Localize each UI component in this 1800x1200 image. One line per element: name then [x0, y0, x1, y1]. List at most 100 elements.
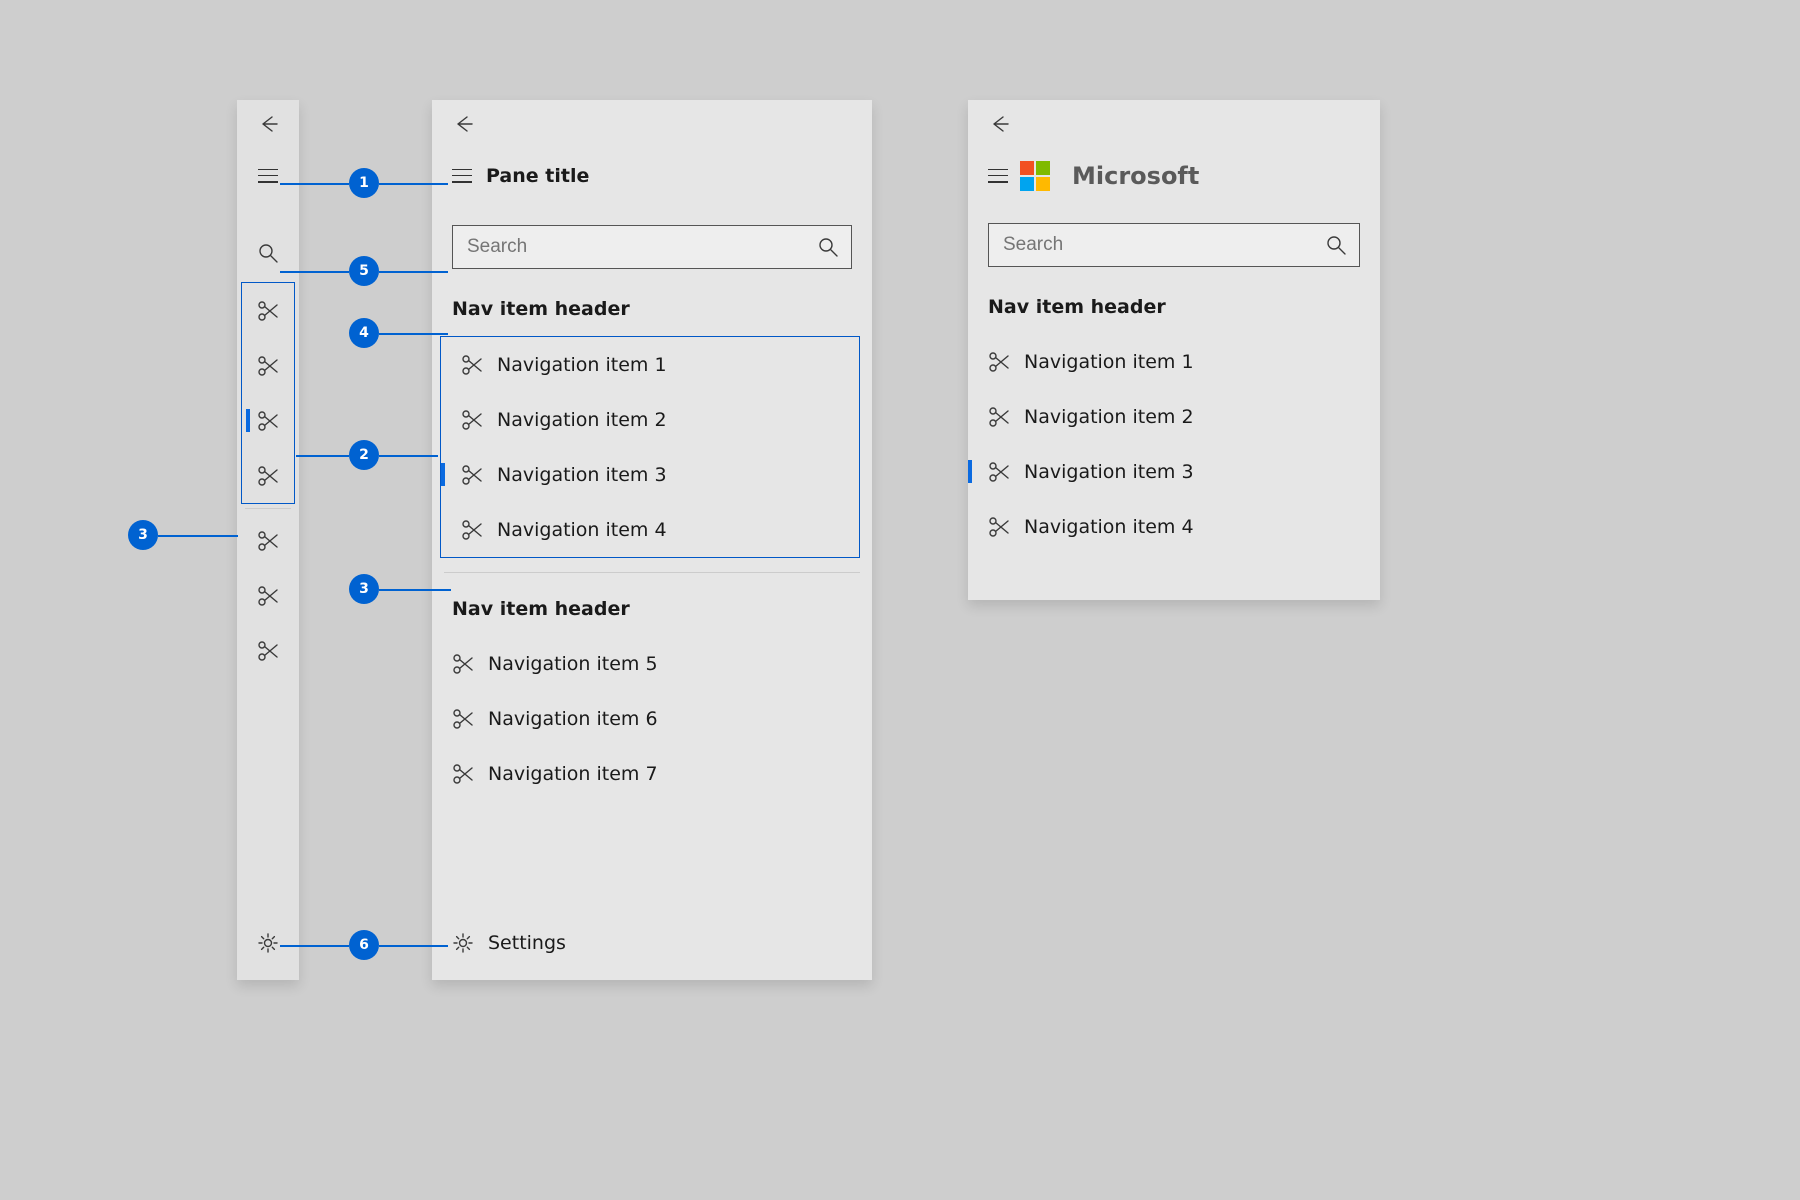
callout-4: 4	[349, 318, 379, 348]
nav-item[interactable]	[237, 568, 299, 623]
search-input[interactable]	[1001, 233, 1325, 257]
hamburger-icon[interactable]	[452, 169, 472, 183]
nav-item[interactable]	[242, 283, 294, 338]
scissors-icon	[452, 708, 474, 730]
separator	[444, 572, 860, 573]
scissors-icon	[257, 465, 279, 487]
scissors-icon	[461, 519, 483, 541]
scissors-icon	[257, 585, 279, 607]
nav-item[interactable]: Navigation item 7	[432, 746, 872, 801]
scissors-icon	[257, 640, 279, 662]
nav-item-selected[interactable]: Navigation item 3	[441, 447, 859, 502]
scissors-icon	[452, 653, 474, 675]
callout-leader	[379, 945, 448, 947]
gear-icon	[257, 932, 279, 954]
callout-leader	[379, 271, 448, 273]
back-button[interactable]	[237, 100, 299, 148]
callout-1: 1	[349, 168, 379, 198]
nav-group-header: Nav item header	[432, 281, 872, 336]
back-button[interactable]	[968, 100, 1380, 148]
hamburger-icon[interactable]	[988, 169, 1008, 183]
search-box[interactable]	[988, 223, 1360, 267]
nav-item[interactable]	[242, 338, 294, 393]
callout-leader	[379, 589, 451, 591]
nav-group-header-label: Nav item header	[988, 296, 1166, 318]
compact-group-1-highlight	[241, 282, 295, 504]
nav-item[interactable]: Navigation item 6	[432, 691, 872, 746]
settings-button[interactable]	[237, 915, 299, 970]
scissors-icon	[257, 530, 279, 552]
nav-group-header: Nav item header	[432, 581, 872, 636]
search-box[interactable]	[452, 225, 852, 269]
nav-item[interactable]: Navigation item 2	[441, 392, 859, 447]
callout-5: 5	[349, 256, 379, 286]
nav-item-selected[interactable]: Navigation item 3	[968, 444, 1380, 499]
search-icon	[1325, 234, 1347, 256]
back-arrow-icon	[257, 113, 279, 135]
scissors-icon	[452, 763, 474, 785]
nav-item-label: Navigation item 1	[497, 354, 667, 376]
nav-item[interactable]: Navigation item 5	[432, 636, 872, 691]
callout-leader	[296, 455, 349, 457]
nav-item-label: Navigation item 7	[488, 763, 658, 785]
nav-item[interactable]: Navigation item 4	[968, 499, 1380, 554]
pane-title-row: Pane title	[432, 148, 872, 203]
nav-item-selected[interactable]	[242, 393, 294, 448]
scissors-icon	[257, 300, 279, 322]
nav-item-label: Navigation item 3	[497, 464, 667, 486]
brand-row: Microsoft	[968, 148, 1380, 203]
nav-item[interactable]: Navigation item 4	[441, 502, 859, 557]
nav-item-label: Navigation item 4	[1024, 516, 1194, 538]
nav-group-header-label: Nav item header	[452, 298, 630, 320]
callout-leader	[379, 183, 448, 185]
nav-item-label: Navigation item 3	[1024, 461, 1194, 483]
callout-leader	[280, 271, 349, 273]
nav-item-label: Navigation item 6	[488, 708, 658, 730]
nav-item-label: Navigation item 2	[497, 409, 667, 431]
search-input[interactable]	[465, 235, 817, 259]
branded-nav-pane: Microsoft Nav item header Navigation ite…	[968, 100, 1380, 600]
expanded-group-1-highlight: Navigation item 1 Navigation item 2 Navi…	[440, 336, 860, 558]
scissors-icon	[257, 355, 279, 377]
scissors-icon	[988, 406, 1010, 428]
callout-3-right: 3	[349, 574, 379, 604]
scissors-icon	[988, 461, 1010, 483]
nav-item[interactable]	[237, 623, 299, 678]
nav-item[interactable]: Navigation item 1	[968, 334, 1380, 389]
callout-leader	[158, 535, 238, 537]
gear-icon	[452, 932, 474, 954]
nav-item-label: Navigation item 1	[1024, 351, 1194, 373]
search-icon	[817, 236, 839, 258]
compact-nav-pane	[237, 100, 299, 980]
settings-item[interactable]: Settings	[432, 915, 872, 970]
callout-leader	[379, 455, 438, 457]
callout-3-left: 3	[128, 520, 158, 550]
nav-item[interactable]: Navigation item 1	[441, 337, 859, 392]
scissors-icon	[461, 409, 483, 431]
nav-item-label: Navigation item 5	[488, 653, 658, 675]
scissors-icon	[461, 464, 483, 486]
expanded-nav-pane: Pane title Nav item header Navigation it…	[432, 100, 872, 980]
scissors-icon	[988, 351, 1010, 373]
separator	[245, 508, 291, 509]
nav-item[interactable]: Navigation item 2	[968, 389, 1380, 444]
pane-title: Pane title	[486, 165, 589, 187]
settings-label: Settings	[488, 932, 566, 954]
brand-name: Microsoft	[1072, 162, 1199, 190]
callout-6: 6	[349, 930, 379, 960]
hamburger-icon	[258, 169, 278, 183]
nav-item[interactable]	[237, 513, 299, 568]
callout-leader	[280, 945, 349, 947]
scissors-icon	[988, 516, 1010, 538]
back-arrow-icon	[988, 113, 1010, 135]
scissors-icon	[461, 354, 483, 376]
search-icon	[257, 242, 279, 264]
nav-group-header-label: Nav item header	[452, 598, 630, 620]
nav-item[interactable]	[242, 448, 294, 503]
nav-item-label: Navigation item 4	[497, 519, 667, 541]
hamburger-button[interactable]	[237, 148, 299, 203]
scissors-icon	[257, 410, 279, 432]
nav-item-label: Navigation item 2	[1024, 406, 1194, 428]
back-button[interactable]	[432, 100, 872, 148]
callout-leader	[379, 333, 448, 335]
